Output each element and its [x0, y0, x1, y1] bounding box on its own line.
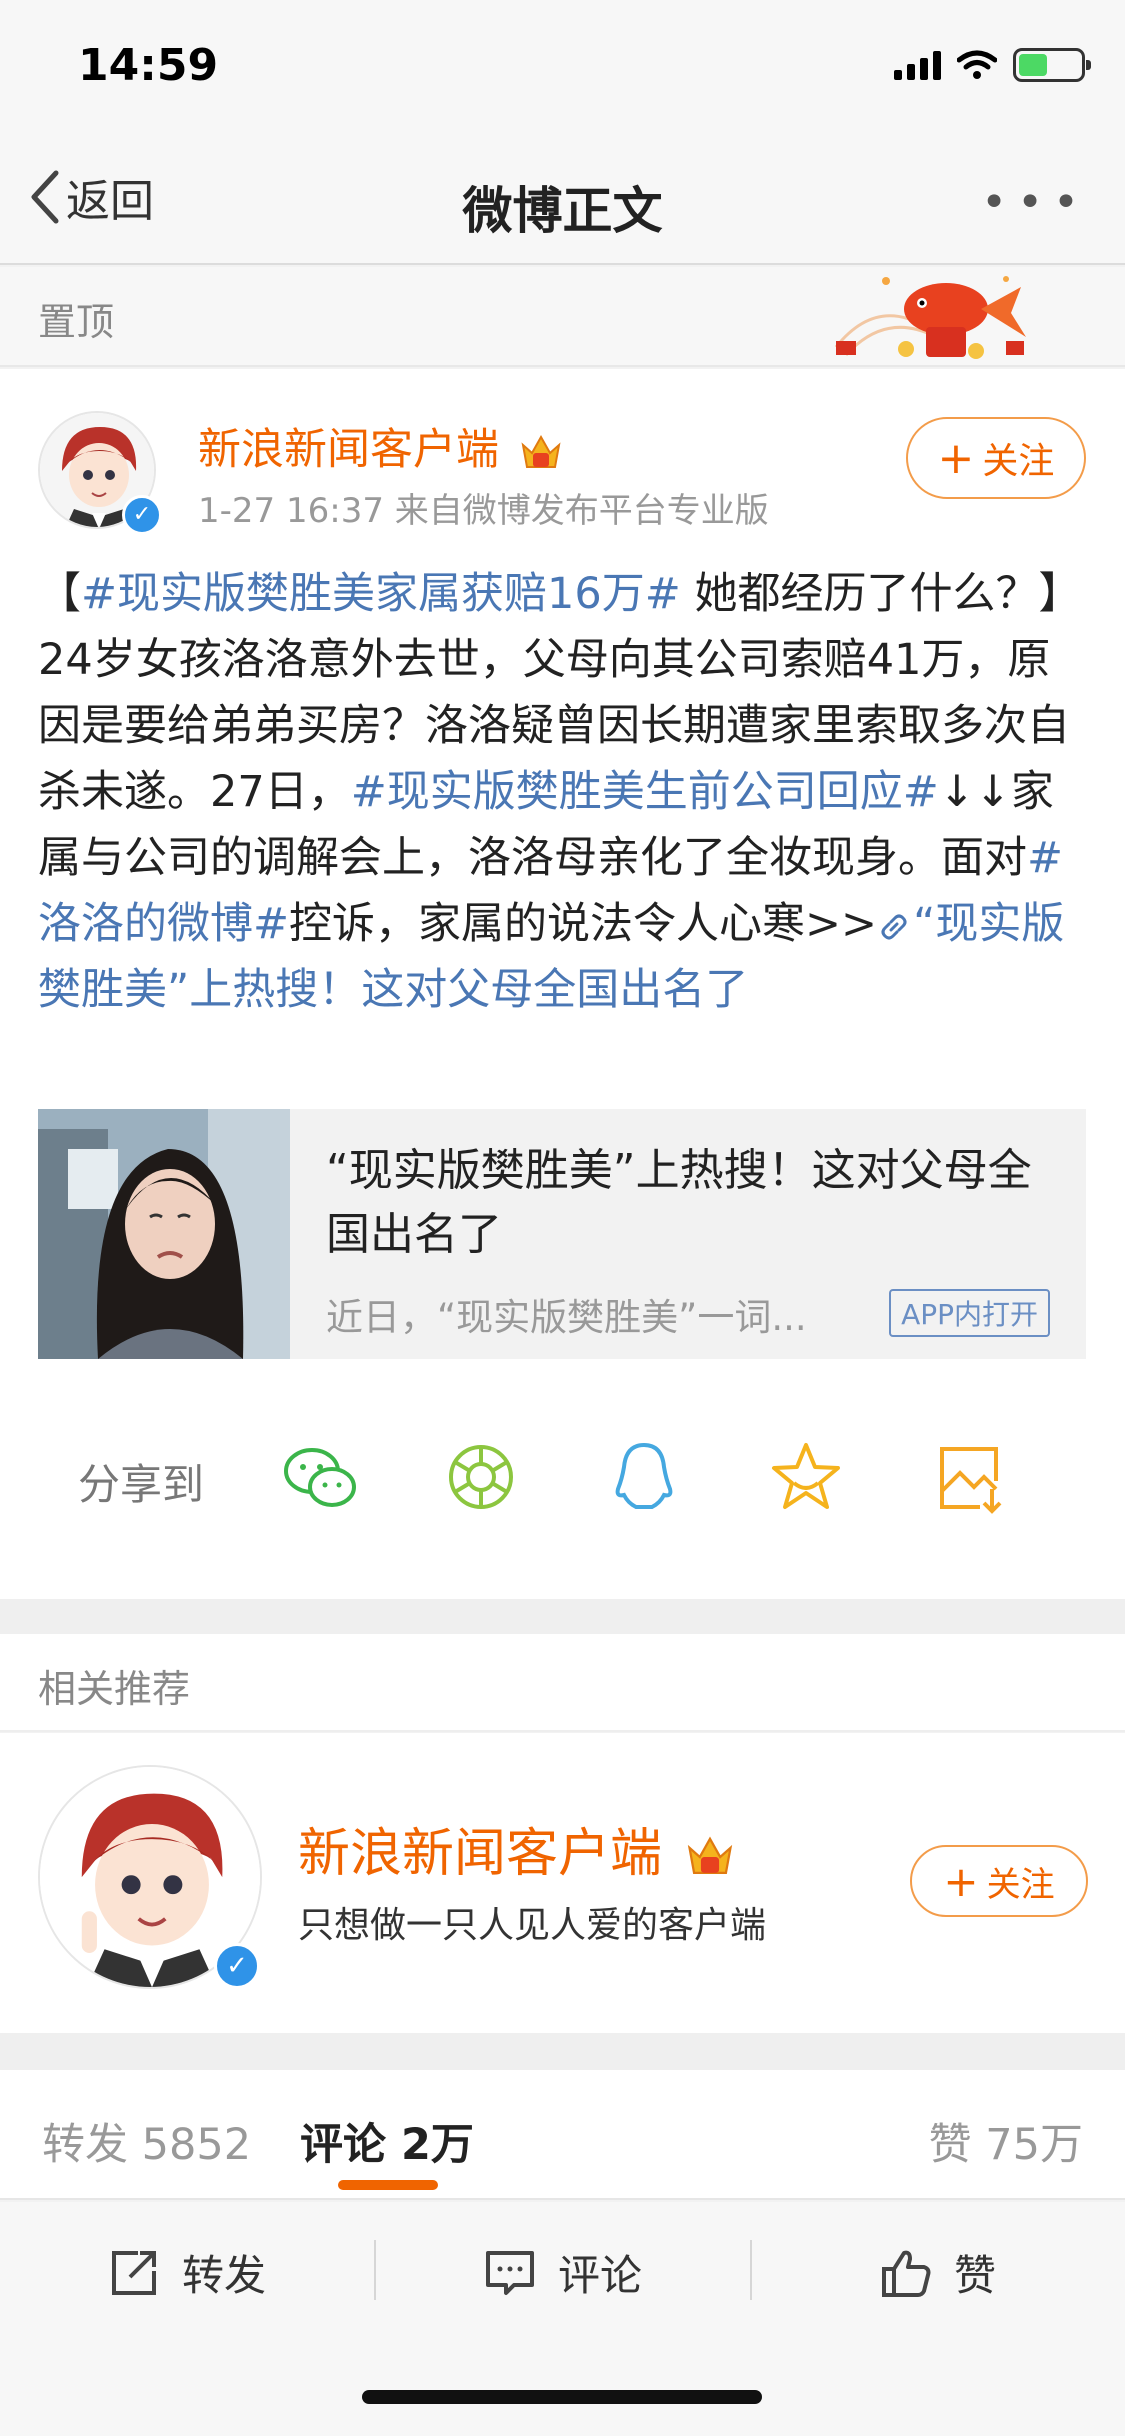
- related-account-name[interactable]: 新浪新闻客户端: [298, 1811, 735, 1886]
- wifi-icon: [957, 50, 997, 79]
- article-thumbnail-image: [38, 1109, 290, 1359]
- plus-icon: +: [943, 1856, 979, 1906]
- follow-button[interactable]: + 关注: [906, 417, 1086, 499]
- pinned-label: 置顶: [38, 300, 115, 344]
- like-button[interactable]: 赞: [880, 2242, 996, 2303]
- author-name[interactable]: 新浪新闻客户端: [198, 415, 563, 477]
- pinned-bar: 置顶: [0, 267, 1125, 367]
- article-thumbnail: [38, 1109, 290, 1359]
- tab-repost[interactable]: 转发 5852: [42, 2110, 251, 2172]
- qq-icon[interactable]: [604, 1437, 684, 1517]
- comment-label: 评论: [558, 2251, 643, 2300]
- article-card-desc: 近日，“现实版樊胜美”一词...: [326, 1296, 807, 1339]
- related-account-name-text: 新浪新闻客户端: [298, 1824, 663, 1884]
- status-time: 14:59: [78, 40, 219, 91]
- moments-icon[interactable]: [441, 1437, 521, 1517]
- battery-icon: [1013, 48, 1091, 82]
- repost-icon: [112, 2250, 156, 2295]
- save-image-icon[interactable]: [930, 1437, 1010, 1517]
- action-divider: [750, 2240, 752, 2300]
- plus-icon: +: [937, 432, 975, 484]
- follow-label: 关注: [982, 441, 1055, 482]
- author-name-text: 新浪新闻客户端: [198, 425, 499, 475]
- link-icon: [881, 914, 907, 939]
- status-icons: [894, 48, 1091, 82]
- post-card: ✓ 新浪新闻客户端 1-27 16:37 来自微博发布平台专业版 + 关注 【#…: [0, 369, 1125, 1599]
- thumbs-up-icon: [882, 2250, 931, 2297]
- koi-fish-decoration-icon: [834, 276, 1026, 359]
- page-title: 微博正文: [462, 182, 663, 240]
- post-text-p1: 【: [38, 569, 81, 619]
- open-in-app-badge[interactable]: APP内打开: [889, 1289, 1050, 1337]
- nav-bar: 返回 微博正文 •••: [0, 135, 1125, 265]
- hashtag-link[interactable]: #现实版樊胜美生前公司回应#: [351, 767, 939, 817]
- related-header: 相关推荐: [0, 1634, 1125, 1732]
- tab-like[interactable]: 赞 75万: [929, 2110, 1083, 2172]
- favorite-star-icon[interactable]: [766, 1437, 846, 1517]
- active-tab-indicator: [338, 2180, 438, 2190]
- related-account-desc: 只想做一只人见人爱的客户端: [298, 1905, 767, 1946]
- post-meta: 1-27 16:37 来自微博发布平台专业版: [198, 491, 769, 531]
- status-bar: 14:59: [0, 0, 1125, 135]
- share-row: 分享到: [0, 1423, 1125, 1533]
- action-divider: [374, 2240, 376, 2300]
- related-account-card[interactable]: ✓ 新浪新闻客户端 只想做一只人见人爱的客户端 + 关注: [0, 1733, 1125, 2033]
- verified-badge-icon: ✓: [214, 1943, 260, 1989]
- related-follow-label: 关注: [986, 1864, 1055, 1905]
- comment-button[interactable]: 评论: [484, 2242, 642, 2303]
- related-title: 相关推荐: [38, 1667, 191, 1711]
- vip-crown-icon: [521, 434, 561, 468]
- share-label: 分享到: [78, 1460, 205, 1509]
- like-label: 赞: [954, 2251, 997, 2300]
- wechat-icon[interactable]: [280, 1437, 360, 1517]
- article-card-title: “现实版樊胜美”上热搜！这对父母全国出名了: [326, 1145, 1032, 1260]
- article-card[interactable]: “现实版樊胜美”上热搜！这对父母全国出名了 近日，“现实版樊胜美”一词... A…: [38, 1109, 1086, 1359]
- repost-button[interactable]: 转发: [108, 2242, 266, 2303]
- post-text-p4: 控诉，家属的说法令人心寒>>: [289, 899, 878, 949]
- hashtag-link[interactable]: #现实版樊胜美家属获赔16万#: [81, 569, 681, 619]
- tab-comment[interactable]: 评论 2万: [300, 2110, 474, 2172]
- repost-label: 转发: [182, 2251, 267, 2300]
- related-follow-button[interactable]: + 关注: [910, 1845, 1088, 1917]
- post-body: 【#现实版樊胜美家属获赔16万# 她都经历了什么？】24岁女孩洛洛意外去世，父母…: [38, 561, 1078, 1023]
- section-divider: [0, 2033, 1125, 2070]
- section-divider: [0, 1599, 1125, 1634]
- more-icon[interactable]: •••: [981, 177, 1089, 228]
- comment-icon: [486, 2250, 534, 2295]
- verified-badge-icon: ✓: [122, 495, 162, 535]
- stats-tabs: 转发 5852 评论 2万 赞 75万: [0, 2070, 1125, 2200]
- vip-crown-icon: [687, 1836, 732, 1875]
- signal-icon: [894, 50, 941, 80]
- home-indicator[interactable]: [362, 2390, 762, 2404]
